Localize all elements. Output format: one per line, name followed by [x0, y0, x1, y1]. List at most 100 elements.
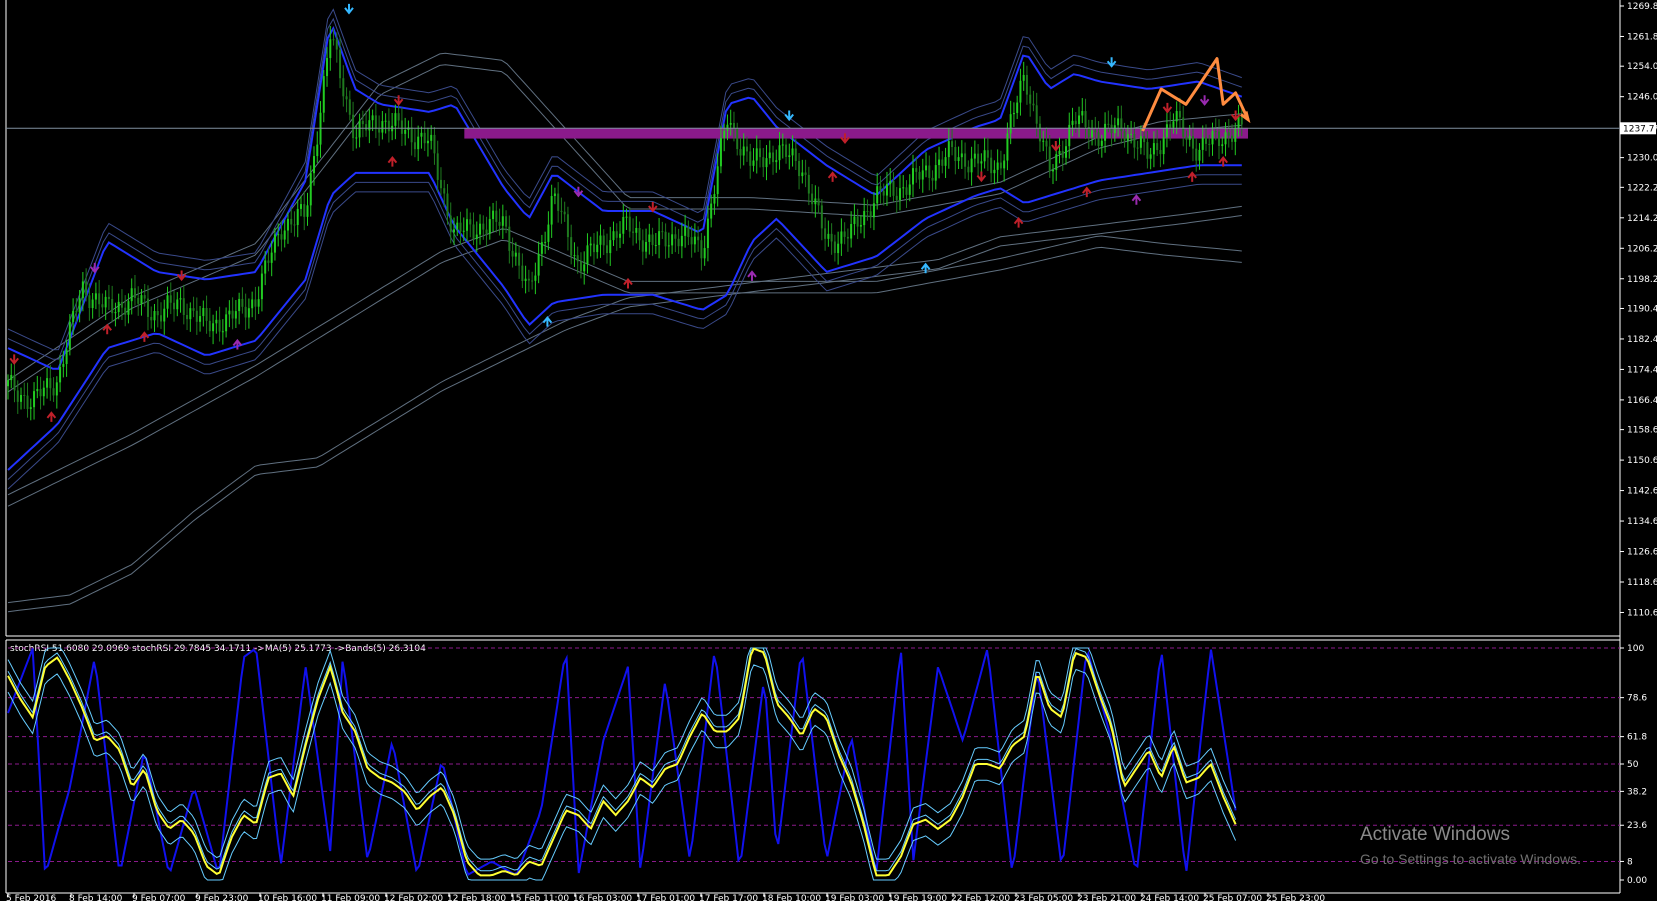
candle-body: [518, 252, 521, 266]
candle-body: [872, 203, 875, 218]
candle-body: [785, 144, 788, 157]
candle-body: [182, 298, 185, 315]
candle-body: [1107, 123, 1110, 125]
candle-body: [225, 314, 228, 332]
candle-body: [299, 204, 302, 209]
time-tick-label: 8 Feb 14:00: [69, 894, 123, 901]
candle-body: [583, 264, 586, 272]
candle-body: [915, 168, 918, 172]
candle-body: [1071, 120, 1074, 125]
candle-body: [39, 388, 42, 397]
candle-body: [879, 186, 882, 191]
candle-body: [999, 162, 1002, 169]
candle-body: [160, 315, 163, 322]
time-tick-label: 12 Feb 18:00: [447, 894, 506, 901]
candle-body: [1038, 123, 1041, 142]
candle-body: [524, 278, 527, 281]
candle-body: [381, 121, 384, 133]
resistance-zone-layer: [464, 127, 1248, 139]
candle-body: [1019, 80, 1022, 103]
candle-body: [794, 148, 797, 162]
candle-body: [1029, 94, 1032, 104]
candle-body: [1218, 131, 1221, 146]
candle-body: [339, 49, 342, 79]
candle-body: [941, 159, 944, 166]
candle-body: [579, 261, 582, 272]
candle-body: [1045, 140, 1048, 147]
candle-body: [400, 120, 403, 134]
candle-body: [137, 297, 140, 304]
candle-body: [332, 39, 335, 41]
candle-body: [166, 295, 169, 309]
candle-body: [931, 177, 934, 181]
candle-body: [1175, 111, 1178, 122]
candle-body: [1214, 131, 1217, 133]
candle-body: [1117, 118, 1120, 126]
candle-body: [651, 234, 654, 246]
candle-body: [1100, 140, 1103, 146]
candle-body: [957, 157, 960, 161]
candle-body: [1211, 131, 1214, 145]
candle-body: [498, 221, 501, 226]
candle-body: [833, 241, 836, 254]
candle-body: [1136, 147, 1139, 149]
candle-body: [1110, 124, 1113, 134]
candle-body: [143, 295, 146, 299]
candle-body: [615, 231, 618, 238]
candle-body: [1234, 128, 1237, 142]
time-tick-label: 23 Feb 05:00: [1014, 894, 1073, 901]
candle-body: [1152, 143, 1155, 155]
candle-body: [986, 150, 989, 158]
candle-body: [472, 224, 475, 239]
candle-body: [127, 301, 130, 315]
candle-body: [290, 218, 293, 225]
candle-body: [1224, 132, 1227, 145]
candle-body: [547, 224, 550, 242]
candle-body: [876, 186, 879, 204]
candle-body: [814, 198, 817, 205]
candle-body: [303, 204, 306, 217]
candle-body: [592, 243, 595, 253]
candle-body: [1221, 144, 1224, 146]
time-tick-label: 11 Feb 09:00: [321, 894, 380, 901]
candle-body: [1123, 131, 1126, 141]
candle-body: [495, 210, 498, 222]
activate-windows-subtitle: Go to Settings to activate Windows.: [1360, 851, 1581, 867]
candle-body: [342, 78, 345, 97]
candle-body: [475, 234, 478, 239]
candle-body: [7, 380, 9, 387]
candle-body: [576, 255, 579, 262]
candle-body: [335, 39, 338, 50]
candle-body: [752, 160, 755, 166]
candle-body: [947, 141, 950, 158]
resistance-zone: [464, 127, 1248, 139]
candle-body: [983, 150, 986, 162]
candle-body: [837, 243, 840, 254]
candle-body: [921, 170, 924, 180]
candle-body: [736, 128, 739, 150]
candle-body: [254, 299, 257, 307]
candle-body: [791, 148, 794, 156]
candle-body: [729, 123, 732, 125]
candle-body: [765, 158, 768, 168]
candle-body: [417, 136, 420, 150]
candle-body: [693, 236, 696, 245]
candle-body: [1159, 150, 1162, 155]
time-tick-label: 17 Feb 17:00: [699, 894, 758, 901]
price-y-tick-label: 1198.2: [1627, 275, 1657, 285]
candle-body: [804, 172, 807, 175]
candle-body: [807, 174, 810, 194]
candle-body: [749, 151, 752, 166]
candle-body: [680, 235, 683, 247]
candle-body: [716, 166, 719, 195]
candle-body: [179, 298, 182, 300]
candle-body: [348, 99, 351, 115]
candle-body: [775, 160, 778, 163]
candle-body: [1195, 148, 1198, 161]
candle-body: [928, 165, 931, 178]
candle-body: [1120, 118, 1123, 132]
candle-body: [286, 218, 289, 231]
candle-body: [1113, 125, 1116, 134]
candle-body: [156, 310, 159, 316]
chart-root: 1269.8 1261.8 1254.0 1246.0 1237.7 1230.0 1222…: [0, 0, 1657, 901]
